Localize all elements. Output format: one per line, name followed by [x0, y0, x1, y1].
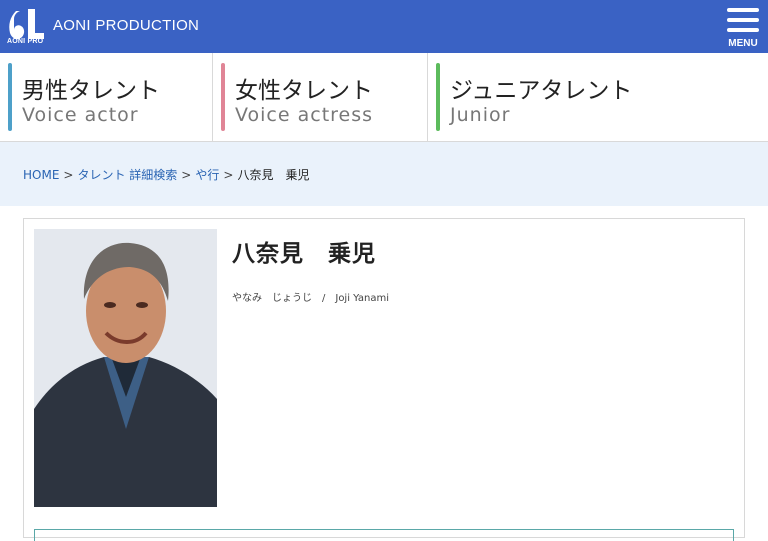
- menu-label: MENU: [728, 38, 758, 49]
- breadcrumb-home-link[interactable]: HOME: [23, 168, 59, 182]
- talent-name: 八奈見 乗児: [232, 241, 376, 267]
- category-label-en: Voice actress: [235, 104, 374, 126]
- brand-name[interactable]: AONI PRODUCTION: [53, 17, 199, 34]
- category-color-bar: [436, 63, 440, 131]
- profile-photo: [34, 229, 217, 507]
- category-label-jp: 女性タレント: [235, 78, 373, 104]
- category-color-bar: [8, 63, 12, 131]
- breadcrumb-current: 八奈見 乗児: [237, 168, 310, 182]
- talent-name-reading: やなみ じょうじ / Joji Yanami: [232, 293, 390, 304]
- category-label-en: Junior: [450, 104, 511, 126]
- category-label-jp: 男性タレント: [22, 78, 160, 104]
- category-label-en: Voice actor: [22, 104, 139, 126]
- breadcrumb-separator: >: [181, 168, 192, 182]
- breadcrumb-separator: >: [223, 168, 234, 182]
- profile-card: 八奈見 乗児 やなみ じょうじ / Joji Yanami: [23, 218, 745, 541]
- talent-category-nav: 男性タレント Voice actor 女性タレント Voice actress …: [0, 53, 768, 142]
- hamburger-icon-bar: [727, 28, 759, 32]
- portrait-image: [34, 229, 217, 507]
- hamburger-icon-bar: [727, 18, 759, 22]
- category-voice-actor[interactable]: 男性タレント Voice actor: [0, 53, 213, 141]
- breadcrumb-separator: >: [63, 168, 74, 182]
- breadcrumb-row-link[interactable]: や行: [195, 168, 219, 182]
- breadcrumb-talent-search-link[interactable]: タレント 詳細検索: [77, 168, 177, 182]
- breadcrumb: HOME > タレント 詳細検索 > や行 > 八奈見 乗児: [0, 142, 768, 206]
- site-header: AONI PRO AONI PRODUCTION MENU: [0, 0, 768, 53]
- logo-subtext: AONI PRO: [7, 38, 44, 45]
- category-junior[interactable]: ジュニアタレント Junior: [428, 53, 768, 141]
- category-voice-actress[interactable]: 女性タレント Voice actress: [213, 53, 428, 141]
- menu-button[interactable]: MENU: [726, 6, 760, 49]
- category-color-bar: [221, 63, 225, 131]
- category-label-jp: ジュニアタレント: [450, 78, 633, 104]
- hamburger-icon: [727, 8, 759, 12]
